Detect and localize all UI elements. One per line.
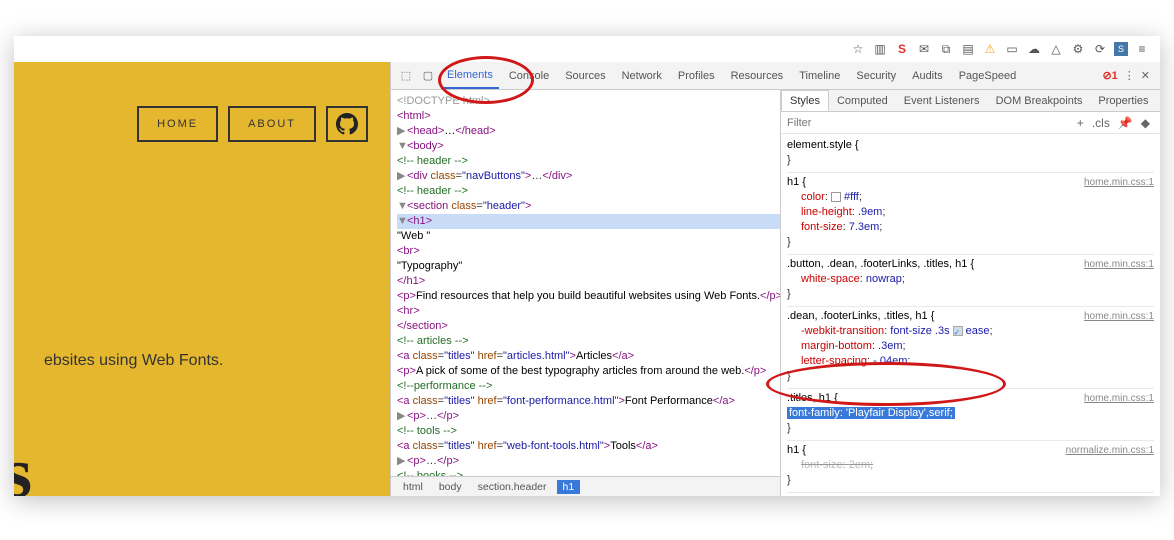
page-subtitle: ebsites using Web Fonts. [44,352,223,370]
gear-icon[interactable]: ⚙ [1070,41,1086,57]
hamburger-icon[interactable]: ≡ [1134,41,1150,57]
device-icon[interactable]: ▢ [419,69,437,82]
github-icon[interactable] [326,106,368,142]
rule-dean-group[interactable]: home.min.css:1 .dean, .footerLinks, .tit… [787,307,1154,389]
tab-computed[interactable]: Computed [829,90,896,111]
browser-toolbar: ☆ ▥ S ✉ ⧉ ▤ ⚠ ▭ ☁ △ ⚙ ⟳ S ≡ [840,36,1160,62]
section-heading: s [14,432,32,496]
alert-icon[interactable]: ⚠ [982,41,998,57]
breadcrumb[interactable]: html body section.header h1 [391,476,780,496]
dom-tree[interactable]: <!DOCTYPE html> <html> ▶<head>…</head> ▼… [391,90,780,476]
error-badge[interactable]: ⊘1 [1102,69,1117,82]
tab-pagespeed[interactable]: PageSpeed [953,62,1023,89]
screen-icon[interactable]: ▭ [1004,41,1020,57]
kebab-icon[interactable]: ⋮ [1124,69,1135,82]
hover-icon[interactable]: ◆ [1137,116,1154,130]
tab-sources[interactable]: Sources [559,62,611,89]
sync-icon[interactable]: ⟳ [1092,41,1108,57]
rule-media-h1[interactable]: skeleton.min.css:1 @media (min-width: 55… [787,493,1154,496]
square-icon[interactable]: S [1114,42,1128,56]
tab-dombreak[interactable]: DOM Breakpoints [988,90,1091,111]
dom-panel: <!DOCTYPE html> <html> ▶<head>…</head> ▼… [391,90,781,496]
styles-filter: + .cls 📌 ◆ [781,112,1160,134]
nav-buttons: HOME ABOUT [137,106,368,142]
tab-network[interactable]: Network [616,62,668,89]
tab-console[interactable]: Console [503,62,555,89]
rule-normalize-h1[interactable]: normalize.min.css:1 h1 { font-size: 2em;… [787,441,1154,493]
tab-resources[interactable]: Resources [725,62,790,89]
page-icon[interactable]: ▤ [960,41,976,57]
styles-panel: Styles Computed Event Listeners DOM Brea… [781,90,1160,496]
mail-icon[interactable]: ✉ [916,41,932,57]
about-button[interactable]: ABOUT [228,106,316,142]
tab-eventlisteners[interactable]: Event Listeners [896,90,988,111]
pin-icon[interactable]: 📌 [1114,116,1137,130]
rule-titles-h1[interactable]: home.min.css:1 .titles, h1 { font-family… [787,389,1154,441]
bc-body[interactable]: body [433,480,468,494]
tab-elements[interactable]: Elements [441,62,499,89]
rule-button-group[interactable]: home.min.css:1 .button, .dean, .footerLi… [787,255,1154,307]
rule-h1-1[interactable]: home.min.css:1 h1 { color: #fff; line-he… [787,173,1154,255]
page-viewport: HOME ABOUT phy ebsites using Web Fonts. … [14,62,390,496]
barcode-icon[interactable]: ▥ [872,41,888,57]
cls-toggle[interactable]: .cls [1088,116,1114,130]
bc-html[interactable]: html [397,480,429,494]
bc-h1[interactable]: h1 [557,480,581,494]
rule-elementstyle[interactable]: element.style {} [787,136,1154,173]
tab-timeline[interactable]: Timeline [793,62,846,89]
tab-security[interactable]: Security [850,62,902,89]
tab-properties[interactable]: Properties [1090,90,1156,111]
tab-audits[interactable]: Audits [906,62,949,89]
styles-tabs: Styles Computed Event Listeners DOM Brea… [781,90,1160,112]
styles-rules[interactable]: element.style {} home.min.css:1 h1 { col… [781,134,1160,496]
tab-profiles[interactable]: Profiles [672,62,721,89]
inspect-icon[interactable]: ⬚ [397,69,415,82]
close-icon[interactable]: ✕ [1141,69,1150,82]
home-button[interactable]: HOME [137,106,218,142]
bc-section[interactable]: section.header [472,480,553,494]
star-icon[interactable]: ☆ [850,41,866,57]
tab-styles[interactable]: Styles [781,90,829,111]
devtools-panel: ⬚ ▢ Elements Console Sources Network Pro… [390,62,1160,496]
filter-input[interactable] [787,117,1073,129]
s-icon[interactable]: S [894,41,910,57]
tri-icon[interactable]: △ [1048,41,1064,57]
cloud-icon[interactable]: ☁ [1026,41,1042,57]
devtools-tabs: ⬚ ▢ Elements Console Sources Network Pro… [391,62,1160,90]
add-rule-icon[interactable]: + [1073,116,1088,130]
feed-icon[interactable]: ⧉ [938,41,954,57]
